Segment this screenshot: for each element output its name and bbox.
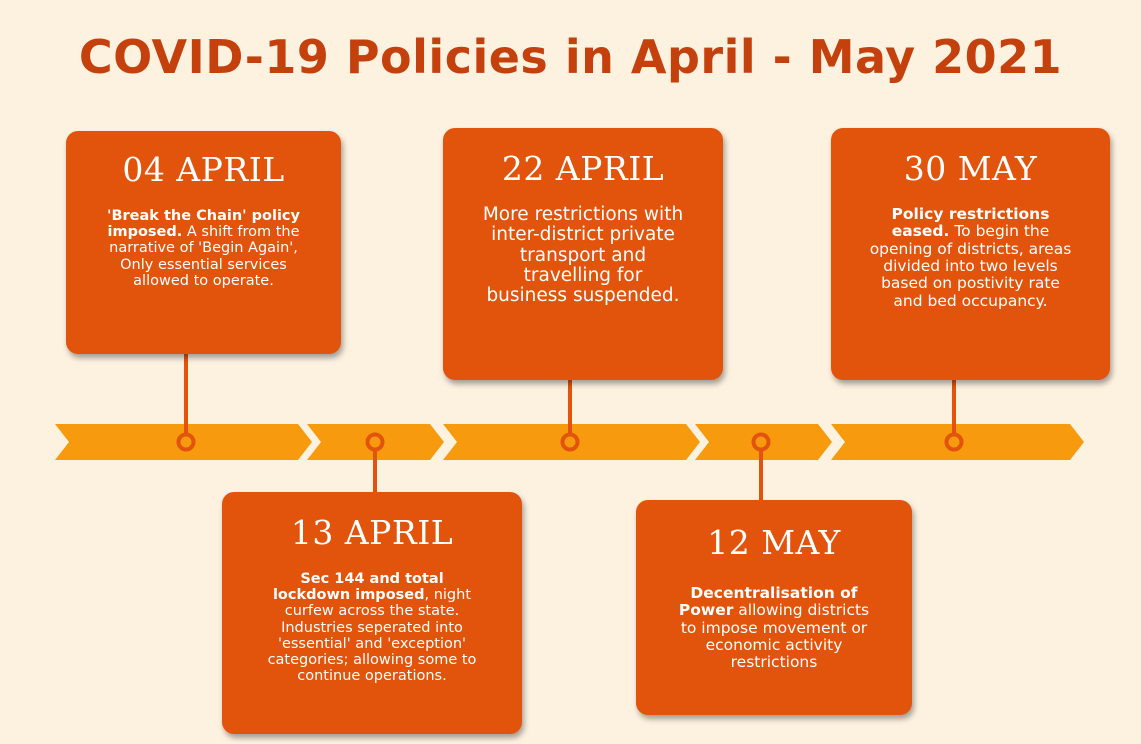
event-description: Sec 144 and total lockdown imposed, nigh…	[265, 571, 480, 685]
event-date: 30 MAY	[903, 149, 1038, 188]
event-card-22-april: 22 APRIL More restrictions with inter-di…	[443, 128, 723, 380]
marker-04-april	[176, 432, 196, 452]
marker-12-may	[751, 432, 771, 452]
event-date: 12 MAY	[707, 523, 841, 562]
event-lead: Sec 144 and total lockdown imposed	[272, 571, 444, 604]
marker-22-april	[560, 432, 580, 452]
marker-30-may	[944, 432, 964, 452]
event-text: More restrictions with inter-district pr…	[482, 204, 684, 307]
event-card-04-april: 04 APRIL 'Break the Chain' policy impose…	[66, 131, 341, 354]
event-date: 04 APRIL	[122, 150, 285, 189]
event-card-12-may: 12 MAY Decentralisation of Power allowin…	[636, 500, 912, 715]
event-description: Decentralisation of Power allowing distr…	[677, 584, 872, 672]
marker-13-april	[365, 432, 385, 452]
event-description: Policy restrictions eased. To begin the …	[868, 205, 1073, 310]
event-date: 22 APRIL	[501, 149, 665, 188]
event-description: More restrictions with inter-district pr…	[481, 204, 686, 307]
event-card-13-april: 13 APRIL Sec 144 and total lockdown impo…	[222, 492, 522, 734]
event-date: 13 APRIL	[290, 513, 454, 552]
event-card-30-may: 30 MAY Policy restrictions eased. To beg…	[831, 128, 1110, 380]
event-description: 'Break the Chain' policy imposed. A shif…	[101, 208, 306, 289]
